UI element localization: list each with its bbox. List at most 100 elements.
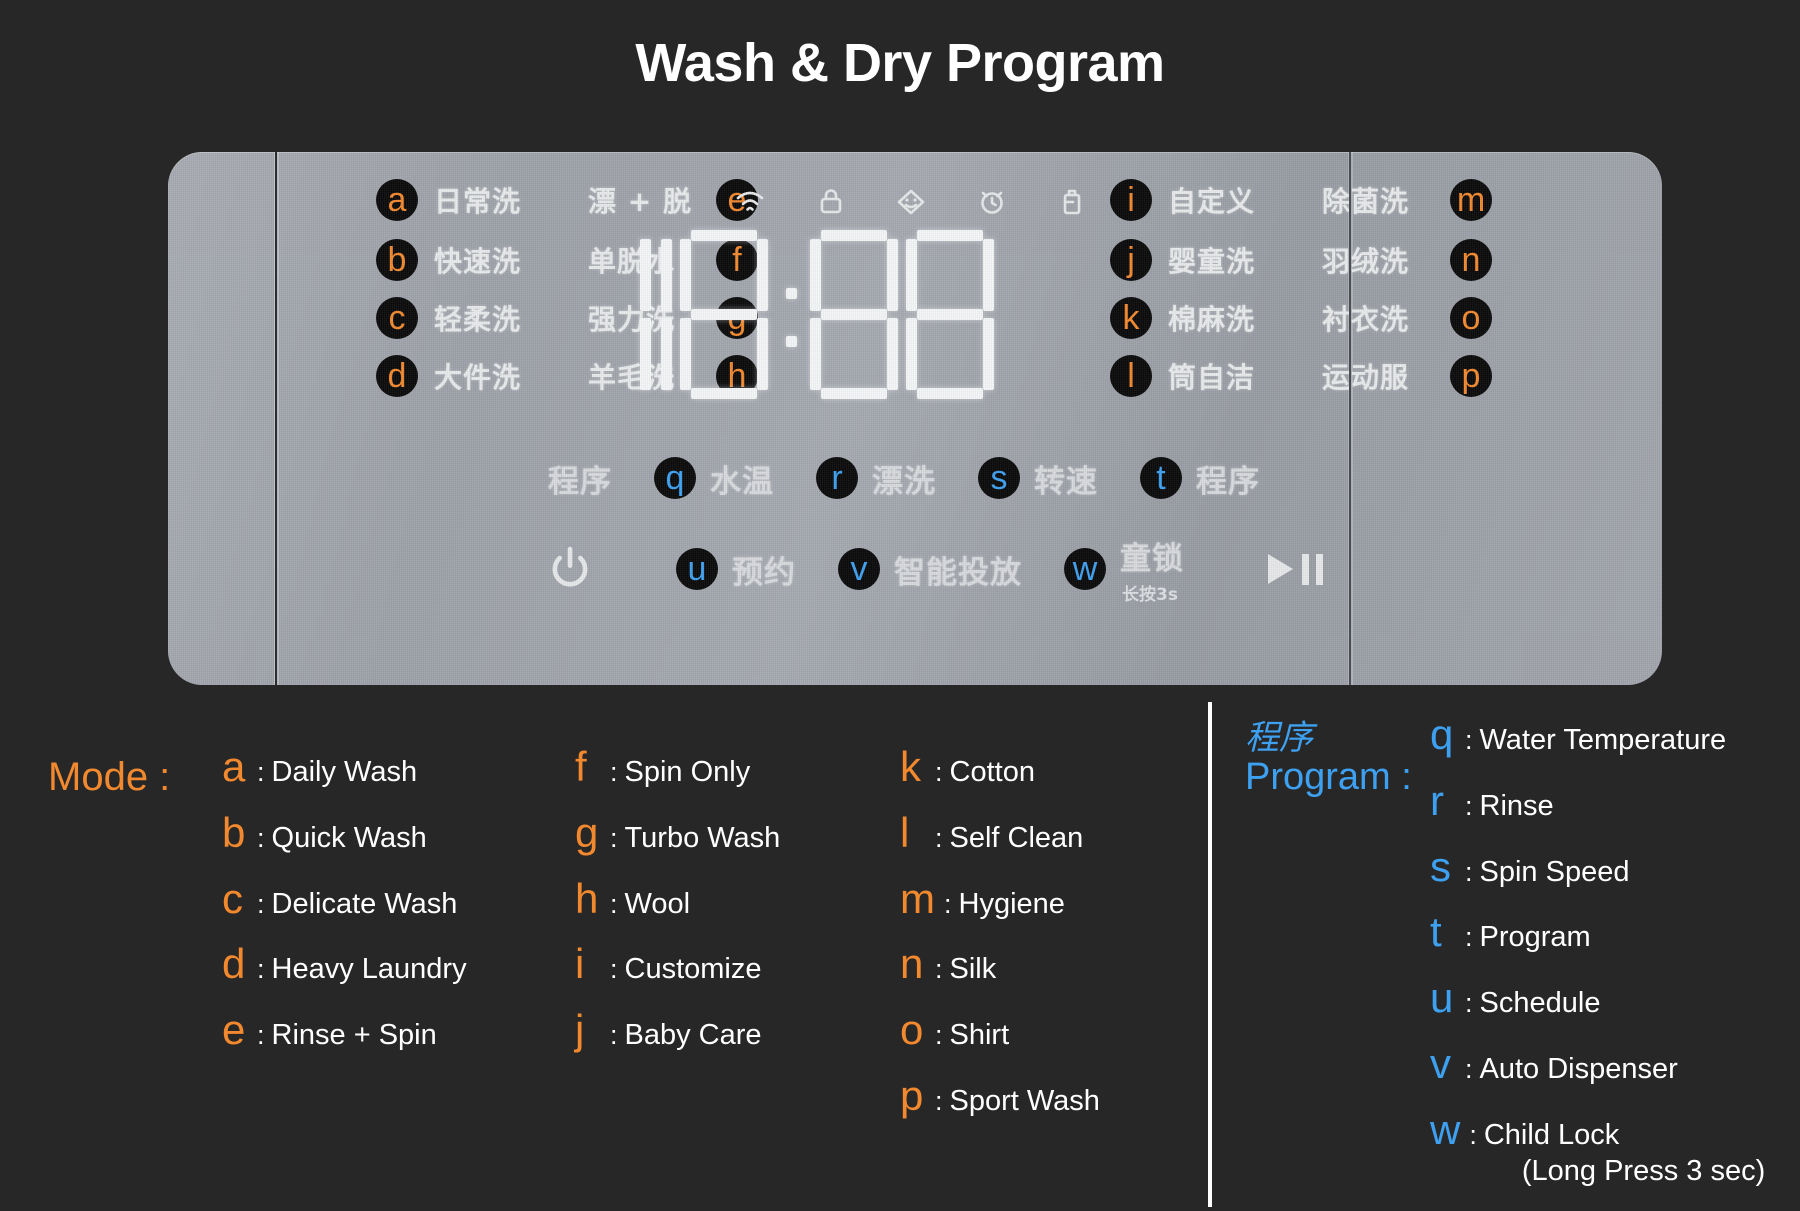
legend-item-h: h : Wool: [575, 874, 780, 922]
legend-desc-w: Child Lock (Long Press 3 sec): [1484, 1117, 1765, 1190]
legend-key-u: u: [1430, 974, 1454, 1022]
legend-item-i: i : Customize: [575, 943, 780, 987]
washer-control-panel: a 日常洗 漂 + 脱 e b 快速洗 单脱水 f c 轻柔洗 强力洗 g d …: [168, 152, 1662, 685]
mode-label-delicate-wash[interactable]: 轻柔洗: [434, 298, 562, 338]
marker-i: i: [1110, 179, 1152, 221]
legend-sep: :: [610, 954, 618, 985]
marker-m: m: [1450, 179, 1492, 221]
legend-sep: :: [935, 1085, 943, 1116]
mode-row-i-m: i 自定义 除菌洗 m: [1110, 176, 1492, 224]
button-label-schedule[interactable]: 预约: [732, 547, 796, 592]
door-lock-icon: [814, 186, 848, 218]
marker-w: w: [1064, 548, 1106, 590]
legend-desc-e: Rinse + Spin: [271, 1019, 437, 1052]
mode-label-baby-care[interactable]: 婴童洗: [1168, 240, 1296, 280]
legend-key-v: v: [1430, 1039, 1451, 1087]
detergent-bottle-icon: [1055, 186, 1089, 218]
legend-key-m: m: [900, 874, 935, 922]
legend-sep: :: [257, 757, 265, 787]
mode-label-heavy-laundry[interactable]: 大件洗: [434, 356, 562, 396]
mode-label-self-clean[interactable]: 筒自洁: [1168, 356, 1296, 396]
legend-desc-b: Quick Wash: [271, 821, 427, 854]
legend-desc-h: Wool: [624, 887, 691, 920]
button-label-auto-dispenser[interactable]: 智能投放: [894, 547, 1022, 592]
marker-u: u: [676, 548, 718, 590]
legend-item-u: u : Schedule: [1430, 977, 1765, 1021]
mode-row-a-e: a 日常洗 漂 + 脱 e: [376, 176, 758, 224]
program-label-spin-speed[interactable]: 转速: [1034, 456, 1098, 501]
legend-desc-f: Spin Only: [624, 756, 751, 788]
power-icon[interactable]: [548, 545, 592, 594]
legend-column-modes-2: f : Spin Only g : Turbo Wash h : Wool i …: [575, 746, 780, 1075]
legend-item-o: o : Shirt: [900, 1009, 1100, 1053]
mode-label-silk[interactable]: 羽绒洗: [1322, 240, 1450, 280]
legend-key-h: h: [575, 874, 599, 922]
seven-segment-display: [638, 222, 1068, 407]
mode-row-j-n: j 婴童洗 羽绒洗 n: [1110, 236, 1492, 284]
legend-program-heading-zh: 程序: [1245, 718, 1313, 758]
marker-a: a: [376, 179, 418, 221]
display-digit-3: [808, 229, 900, 400]
legend-key-q: q: [1430, 711, 1454, 758]
legend-item-t: t : Program: [1430, 911, 1765, 955]
legend-item-w: w : Child Lock (Long Press 3 sec): [1430, 1108, 1765, 1190]
legend-sep: :: [935, 1020, 943, 1051]
program-label-rinse[interactable]: 漂洗: [872, 456, 936, 501]
legend-program-heading-en: Program :: [1245, 755, 1412, 798]
legend-sep: :: [1465, 1053, 1473, 1084]
mode-label-hygiene[interactable]: 除菌洗: [1322, 180, 1450, 220]
marker-p: p: [1450, 355, 1492, 397]
legend-key-k: k: [900, 743, 921, 790]
legend-key-f: f: [575, 743, 587, 790]
legend-key-r: r: [1430, 776, 1444, 824]
legend-sep: :: [1465, 922, 1473, 953]
legend-sep: :: [610, 888, 618, 919]
legend-desc-q: Water Temperature: [1479, 724, 1727, 756]
display-colon: [774, 230, 808, 400]
marker-q: q: [654, 457, 696, 499]
legend-item-k: k : Cotton: [900, 746, 1100, 790]
legend-key-o: o: [900, 1006, 924, 1054]
program-label-program[interactable]: 程序: [1196, 456, 1260, 501]
legend-key-d: d: [222, 940, 246, 988]
status-icon-strip: [733, 182, 1089, 222]
legend-key-i: i: [575, 940, 585, 988]
marker-n: n: [1450, 239, 1492, 281]
play-pause-icon[interactable]: [1268, 553, 1323, 585]
mode-label-quick-wash[interactable]: 快速洗: [434, 240, 562, 280]
legend-item-g: g : Turbo Wash: [575, 811, 780, 856]
legend-desc-i: Customize: [624, 953, 762, 986]
alarm-clock-icon: [975, 186, 1009, 218]
program-label-water-temperature[interactable]: 水温: [710, 456, 774, 501]
legend-item-f: f : Spin Only: [575, 746, 780, 790]
mode-label-sport-wash[interactable]: 运动服: [1322, 356, 1450, 396]
legend-desc-w-line2: (Long Press 3 sec): [1521, 1155, 1766, 1188]
mode-label-customize[interactable]: 自定义: [1168, 180, 1296, 220]
legend-sep: :: [257, 954, 265, 985]
mode-label-rinse-spin[interactable]: 漂 + 脱: [588, 180, 716, 220]
drum-light-icon: [894, 186, 928, 218]
mode-label-daily-wash[interactable]: 日常洗: [434, 180, 562, 220]
legend-sep: :: [257, 822, 265, 853]
legend-desc-n: Silk: [949, 953, 997, 986]
legend-sep: :: [1465, 856, 1473, 887]
legend-desc-u: Schedule: [1479, 987, 1601, 1020]
marker-s: s: [978, 457, 1020, 499]
legend-sep: :: [1465, 790, 1473, 821]
legend-key-a: a: [222, 743, 246, 790]
legend-item-r: r : Rinse: [1430, 776, 1765, 824]
legend-key-t: t: [1430, 908, 1442, 956]
legend-mode-heading: Mode :: [48, 755, 171, 799]
mode-label-shirt[interactable]: 衬衣洗: [1322, 298, 1450, 338]
legend-key-j: j: [575, 1006, 585, 1054]
legend-desc-d: Heavy Laundry: [271, 953, 467, 986]
program-control-row: 程序 q 水温 r 漂洗 s 转速 t 程序: [548, 450, 1548, 506]
legend-sep: :: [944, 888, 952, 919]
legend-item-l: l : Self Clean: [900, 811, 1100, 856]
mode-row-k-o: k 棉麻洗 衬衣洗 o: [1110, 294, 1492, 342]
program-row-first-label[interactable]: 程序: [548, 456, 612, 501]
child-lock-button[interactable]: 童锁 长按3s: [1120, 533, 1184, 605]
legend-sep: :: [257, 1020, 265, 1051]
legend-desc-j: Baby Care: [624, 1019, 762, 1052]
mode-label-cotton[interactable]: 棉麻洗: [1168, 298, 1296, 338]
